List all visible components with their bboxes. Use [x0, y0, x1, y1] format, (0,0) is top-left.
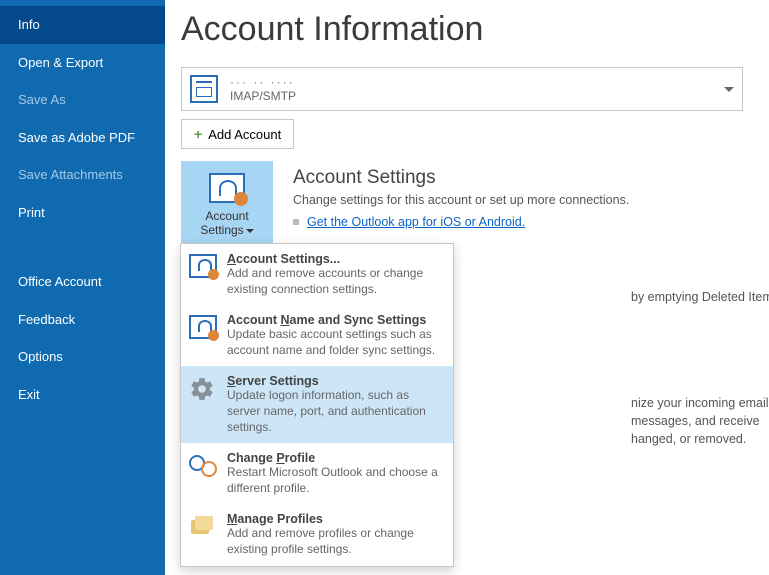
sidebar-item-feedback[interactable]: Feedback [0, 301, 165, 339]
dropdown-item-account-settings-[interactable]: Account Settings...Add and remove accoun… [181, 244, 453, 305]
tile-label: Account Settings [200, 209, 248, 237]
folders-icon [189, 514, 217, 538]
account-settings-dropdown: Account Settings...Add and remove accoun… [180, 243, 454, 567]
dropdown-item-desc: Add and remove accounts or change existi… [227, 266, 443, 297]
sidebar-item-save-as[interactable]: Save As [0, 81, 165, 119]
sidebar-item-open-export[interactable]: Open & Export [0, 44, 165, 82]
account-name: ··· ·· ···· [230, 75, 296, 89]
dropdown-item-desc: Update basic account settings such as ac… [227, 327, 443, 358]
profile-icon [189, 254, 217, 278]
bullet-icon [293, 219, 299, 225]
dropdown-item-change-profile[interactable]: Change ProfileRestart Microsoft Outlook … [181, 443, 453, 504]
chevron-down-icon [724, 87, 734, 92]
dropdown-item-desc: Update logon information, such as server… [227, 388, 443, 435]
dropdown-item-title: Manage Profiles [227, 512, 443, 526]
swap-icon [189, 453, 217, 477]
page-title: Account Information [181, 10, 743, 49]
sidebar-item-save-attachments[interactable]: Save Attachments [0, 156, 165, 194]
profile-icon [189, 315, 217, 339]
dropdown-item-account-name-and-sync-settings[interactable]: Account Name and Sync SettingsUpdate bas… [181, 305, 453, 366]
chevron-down-icon [246, 229, 254, 233]
account-settings-tile[interactable]: Account Settings [181, 161, 273, 249]
plus-icon: + [194, 126, 202, 142]
sidebar-item-info[interactable]: Info [0, 6, 165, 44]
partial-text-mailbox: by emptying Deleted Items and archiving. [631, 290, 769, 304]
sidebar-item-office-account[interactable]: Office Account [0, 263, 165, 301]
section-desc: Change settings for this account or set … [293, 193, 743, 207]
backstage-sidebar: InfoOpen & ExportSave AsSave as Adobe PD… [0, 0, 165, 575]
account-selector[interactable]: ··· ·· ···· IMAP/SMTP [181, 67, 743, 111]
sidebar-item-options[interactable]: Options [0, 338, 165, 376]
section-title: Account Settings [293, 167, 743, 189]
dropdown-item-title: Account Name and Sync Settings [227, 313, 443, 327]
dropdown-item-title: Server Settings [227, 374, 443, 388]
add-account-button[interactable]: + Add Account [181, 119, 294, 149]
account-settings-icon [209, 173, 245, 203]
account-icon [190, 75, 218, 103]
add-account-label: Add Account [208, 127, 281, 142]
dropdown-item-server-settings[interactable]: Server SettingsUpdate logon information,… [181, 366, 453, 443]
outlook-app-link[interactable]: Get the Outlook app for iOS or Android. [307, 215, 525, 229]
sidebar-item-save-as-adobe-pdf[interactable]: Save as Adobe PDF [0, 119, 165, 157]
sidebar-item-exit[interactable]: Exit [0, 376, 165, 414]
account-protocol: IMAP/SMTP [230, 89, 296, 103]
partial-text-rules: nize your incoming email messages, and r… [631, 394, 769, 448]
sidebar-item-print[interactable]: Print [0, 194, 165, 232]
gear-icon [189, 376, 217, 400]
dropdown-item-title: Change Profile [227, 451, 443, 465]
dropdown-item-title: Account Settings... [227, 252, 443, 266]
dropdown-item-desc: Restart Microsoft Outlook and choose a d… [227, 465, 443, 496]
dropdown-item-desc: Add and remove profiles or change existi… [227, 526, 443, 557]
dropdown-item-manage-profiles[interactable]: Manage ProfilesAdd and remove profiles o… [181, 504, 453, 565]
